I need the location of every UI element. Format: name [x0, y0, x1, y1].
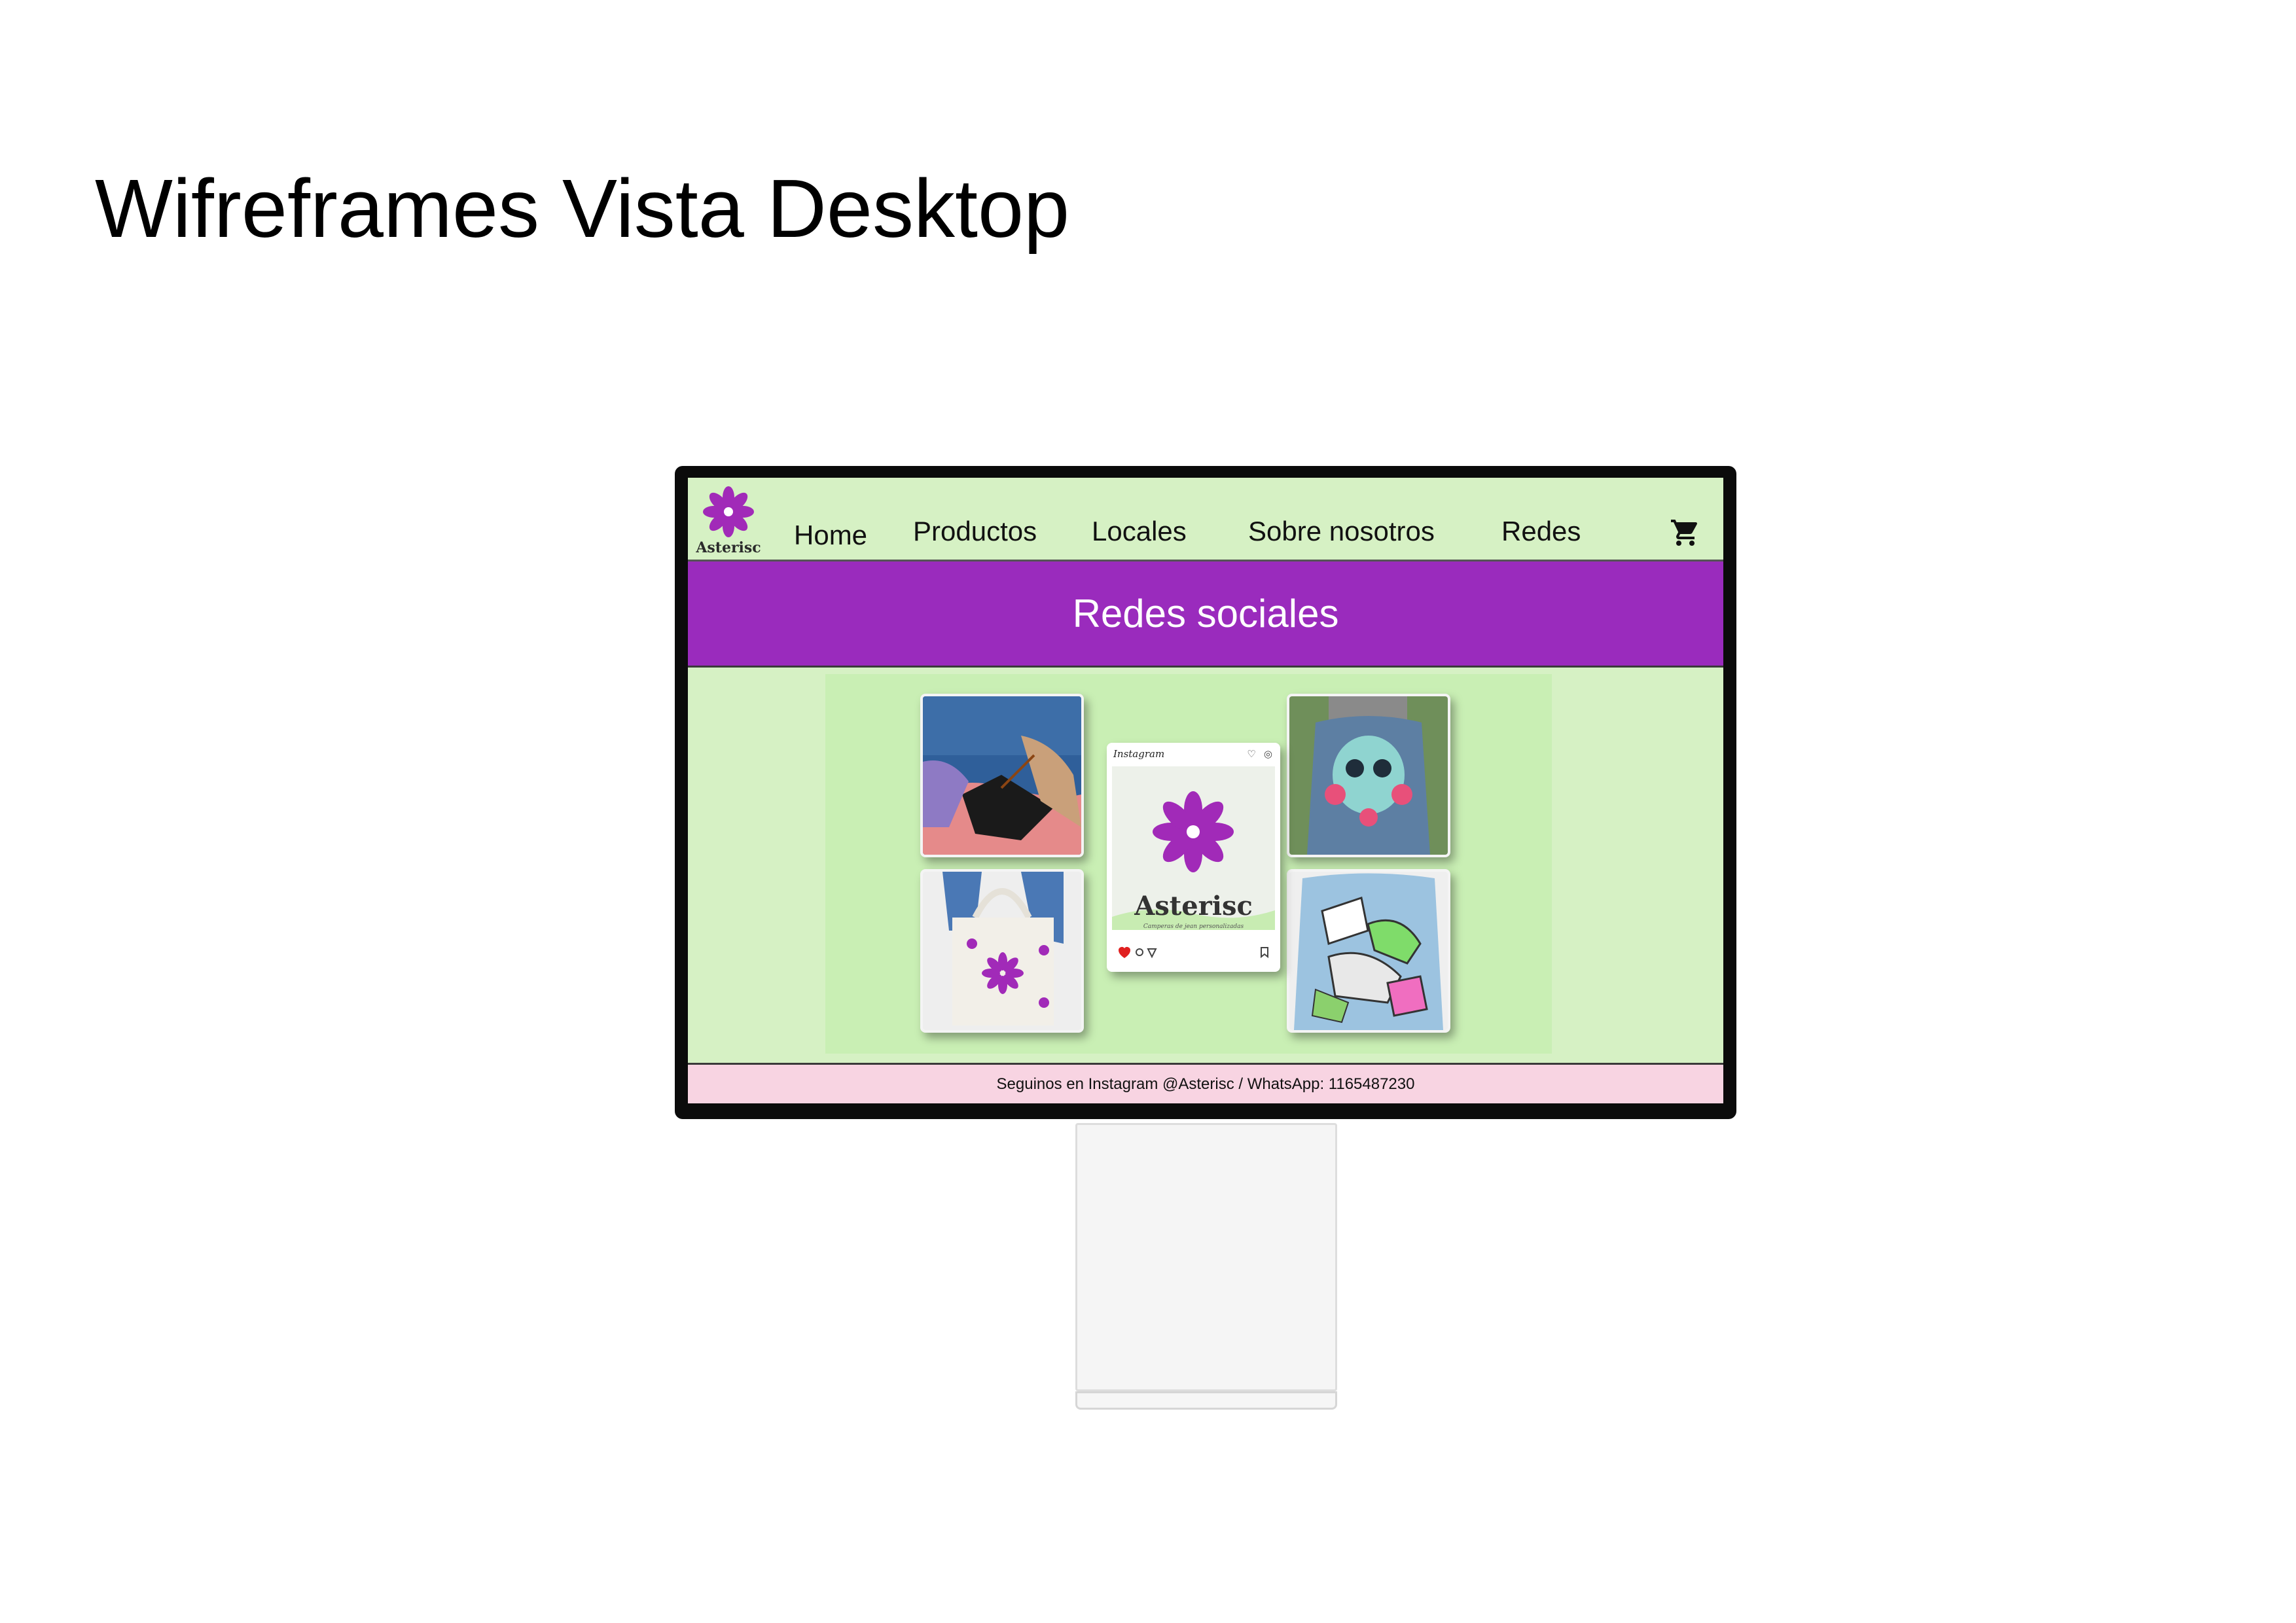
tote-bag-image: [923, 872, 1081, 1030]
graffiti-jacket-image: [1289, 872, 1448, 1030]
page-footer: Seguinos en Instagram @Asterisc / WhatsA…: [688, 1063, 1723, 1103]
nav-item-locales[interactable]: Locales: [1092, 516, 1187, 547]
slide-page: Wifreframes Vista Desktop Asterisc Home …: [0, 0, 2296, 1623]
comment-icon: [1136, 948, 1143, 956]
footer-contact-text: Seguinos en Instagram @Asterisc / WhatsA…: [996, 1075, 1415, 1093]
social-collage: Instagram ♡ ◎ Asterisc Camperas de jean …: [825, 674, 1552, 1054]
photo-skull-jacket[interactable]: [1287, 694, 1450, 857]
nav-item-productos[interactable]: Productos: [913, 516, 1037, 547]
heart-filled-icon: [1119, 947, 1130, 958]
instagram-header-icons: ♡ ◎: [1247, 748, 1272, 760]
instagram-brand-subtitle: Camperas de jean personalizadas: [1143, 923, 1244, 930]
instagram-header: Instagram: [1113, 748, 1165, 760]
navbar: Asterisc Home Productos Locales Sobre no…: [688, 478, 1723, 562]
brand-logo-text: Asterisc: [696, 539, 761, 556]
nav-item-redes[interactable]: Redes: [1501, 516, 1581, 547]
brand-logo[interactable]: Asterisc: [696, 484, 761, 558]
section-title: Redes sociales: [1072, 592, 1339, 635]
slide-title: Wifreframes Vista Desktop: [95, 162, 1070, 255]
photo-graffiti-jacket[interactable]: [1287, 869, 1450, 1033]
desktop-monitor-mockup: Asterisc Home Productos Locales Sobre no…: [675, 466, 1736, 1119]
instagram-brand-text: Asterisc: [1134, 891, 1253, 921]
section-banner: Redes sociales: [688, 562, 1723, 668]
photo-tote-bag[interactable]: [920, 869, 1084, 1033]
painting-jacket-image: [923, 696, 1081, 855]
share-icon: [1147, 948, 1157, 959]
messenger-icon[interactable]: ◎: [1264, 749, 1272, 760]
monitor-screen: Asterisc Home Productos Locales Sobre no…: [688, 478, 1723, 1103]
monitor-stand-base: [1075, 1391, 1337, 1410]
instagram-post-image: Asterisc Camperas de jean personalizadas: [1112, 766, 1275, 930]
bookmark-icon: [1261, 947, 1268, 959]
photo-painting-jacket[interactable]: [920, 694, 1084, 857]
monitor-stand: [1075, 1123, 1337, 1391]
shopping-cart-icon[interactable]: [1670, 517, 1701, 548]
nav-item-sobre-nosotros[interactable]: Sobre nosotros: [1248, 516, 1435, 547]
flower-logo-icon: [703, 486, 754, 537]
skull-jacket-image: [1289, 696, 1448, 855]
heart-outline-icon[interactable]: ♡: [1247, 749, 1255, 760]
nav-item-home[interactable]: Home: [794, 520, 867, 551]
instagram-post-card[interactable]: Instagram ♡ ◎ Asterisc Camperas de jean …: [1107, 743, 1280, 972]
instagram-actions: [1112, 942, 1275, 962]
